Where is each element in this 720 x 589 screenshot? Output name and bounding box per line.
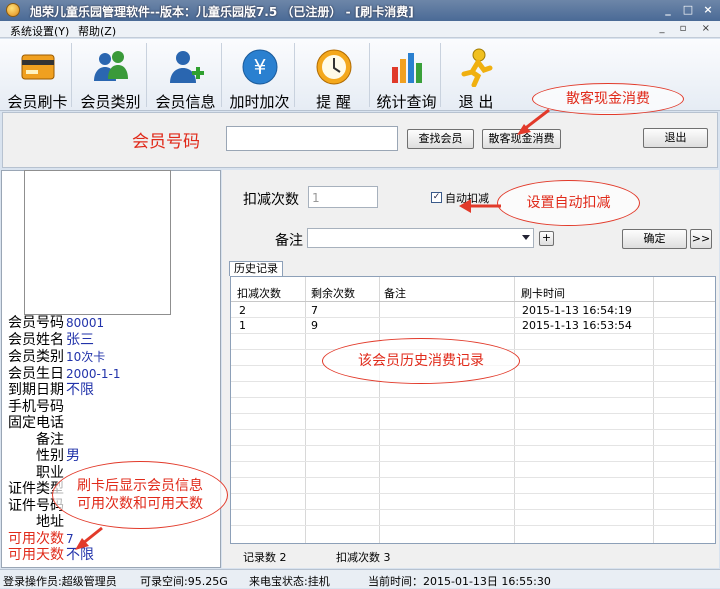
note-combobox[interactable] bbox=[307, 228, 534, 248]
status-bar: 登录操作员:超级管理员 可录空间:95.25G 来电宝状态:挂机 当前时间：20… bbox=[0, 569, 720, 588]
exit-button[interactable]: 退出 bbox=[643, 128, 708, 148]
annotation-arrow bbox=[75, 526, 103, 550]
toolbar-label: 统计查询 bbox=[376, 93, 437, 111]
users-icon bbox=[93, 51, 128, 81]
deduct-count-input[interactable]: 1 bbox=[308, 186, 378, 208]
yen-icon: ¥ bbox=[242, 49, 277, 85]
toolbar-label: 退 出 bbox=[458, 93, 494, 111]
bar-chart-icon bbox=[391, 53, 422, 83]
table-cell[interactable]: 2015-1-13 16:54:19 bbox=[522, 304, 632, 317]
table-cell[interactable]: 2 bbox=[239, 304, 246, 317]
column-header[interactable]: 刷卡时间 bbox=[521, 285, 565, 301]
menu-system-settings[interactable]: 系统设置(Y) bbox=[10, 23, 69, 39]
app-icon bbox=[6, 3, 20, 17]
column-header[interactable]: 剩余次数 bbox=[311, 285, 355, 301]
toolbar-statistics-button[interactable]: 统计查询 bbox=[373, 43, 441, 111]
close-button[interactable]: × bbox=[700, 3, 716, 17]
toolbar-member-card-button[interactable]: 会员刷卡 bbox=[4, 43, 72, 111]
member-field: 会员姓名 张三 bbox=[8, 332, 94, 348]
title-bar: 旭荣儿童乐园管理软件--版本：儿童乐园版7.5 （已注册） - [刷卡消费] _… bbox=[0, 0, 720, 21]
svg-text:¥: ¥ bbox=[253, 55, 266, 79]
member-field: 固定电话 bbox=[8, 415, 64, 431]
annotation-info: 刷卡后显示会员信息 可用次数和可用天数 bbox=[52, 461, 228, 529]
note-label: 备注 bbox=[275, 233, 303, 249]
toolbar-label: 会员类别 bbox=[80, 93, 141, 111]
member-field: 地址 bbox=[36, 514, 64, 530]
member-field: 到期日期 不限 bbox=[8, 382, 94, 398]
toolbar-label: 会员信息 bbox=[155, 93, 216, 111]
table-cell[interactable]: 7 bbox=[311, 304, 318, 317]
menu-help[interactable]: 帮助(Z) bbox=[78, 23, 116, 39]
more-button[interactable]: >> bbox=[690, 229, 712, 249]
add-note-button[interactable]: + bbox=[539, 231, 554, 246]
toolbar-label: 会员刷卡 bbox=[7, 93, 68, 111]
annotation-history: 该会员历史消费记录 bbox=[322, 338, 520, 384]
member-field: 会员号码 80001 bbox=[8, 315, 105, 331]
toolbar-exit-button[interactable]: 退 出 bbox=[444, 43, 508, 111]
find-member-button[interactable]: 查找会员 bbox=[407, 129, 474, 149]
annotation-arrow bbox=[459, 199, 501, 213]
record-count: 记录数 2 bbox=[243, 551, 287, 564]
member-field: 会员生日 2000-1-1 bbox=[8, 366, 121, 382]
deduct-total: 扣减次数 3 bbox=[336, 551, 391, 564]
clock-icon bbox=[316, 49, 351, 85]
toolbar-reminder-button[interactable]: 提 醒 bbox=[298, 43, 370, 111]
history-table: 扣减次数 剩余次数 备注 刷卡时间 2 7 2015-1-13 16:54:19… bbox=[230, 276, 716, 544]
status-space: 可录空间:95.25G bbox=[140, 575, 228, 588]
mdi-window-controls[interactable]: _ ▫ × bbox=[659, 23, 716, 34]
member-field: 备注 bbox=[36, 432, 64, 448]
toolbar-member-category-button[interactable]: 会员类别 bbox=[75, 43, 147, 111]
window-title: 旭荣儿童乐园管理软件--版本：儿童乐园版7.5 （已注册） - [刷卡消费] bbox=[30, 5, 414, 19]
column-header[interactable]: 备注 bbox=[384, 285, 406, 301]
minimize-button[interactable]: _ bbox=[660, 3, 676, 17]
maximize-button[interactable]: □ bbox=[680, 3, 696, 17]
annotation-arrow bbox=[517, 108, 550, 135]
table-cell[interactable]: 9 bbox=[311, 319, 318, 332]
table-cell[interactable]: 2015-1-13 16:53:54 bbox=[522, 319, 632, 332]
deduct-count-label: 扣减次数 bbox=[243, 192, 299, 208]
member-field: 会员类别 10次卡 bbox=[8, 349, 106, 365]
status-operator: 登录操作员:超级管理员 bbox=[3, 575, 117, 588]
member-field: 性别男 bbox=[36, 448, 80, 464]
confirm-button[interactable]: 确定 bbox=[622, 229, 687, 249]
toolbar-add-time-button[interactable]: ¥ 加时加次 bbox=[225, 43, 295, 111]
exit-runner-icon bbox=[461, 48, 493, 87]
status-time: 当前时间：2015-01-13日 16:55:30 bbox=[368, 575, 551, 588]
auto-deduct-checkbox[interactable]: ✓ bbox=[431, 192, 442, 203]
member-photo bbox=[24, 170, 171, 315]
status-phone: 来电宝状态:挂机 bbox=[249, 575, 330, 588]
tab-history[interactable]: 历史记录 bbox=[229, 261, 283, 276]
card-icon bbox=[21, 54, 54, 80]
column-header[interactable]: 扣减次数 bbox=[237, 285, 281, 301]
member-field: 手机号码 bbox=[8, 399, 64, 415]
user-add-icon bbox=[169, 51, 204, 83]
toolbar-label: 提 醒 bbox=[316, 93, 351, 111]
annotation-auto-deduct: 设置自动扣减 bbox=[497, 180, 640, 226]
toolbar-label: 加时加次 bbox=[229, 93, 290, 111]
member-number-input[interactable] bbox=[226, 126, 398, 151]
available-count-field: 可用次数 7 bbox=[8, 531, 74, 547]
member-number-label: 会员号码 bbox=[132, 132, 200, 152]
chevron-down-icon[interactable] bbox=[522, 235, 530, 240]
table-cell[interactable]: 1 bbox=[239, 319, 246, 332]
menu-bar: 系统设置(Y) 帮助(Z) _ ▫ × bbox=[0, 21, 720, 38]
toolbar-member-info-button[interactable]: 会员信息 bbox=[150, 43, 222, 111]
